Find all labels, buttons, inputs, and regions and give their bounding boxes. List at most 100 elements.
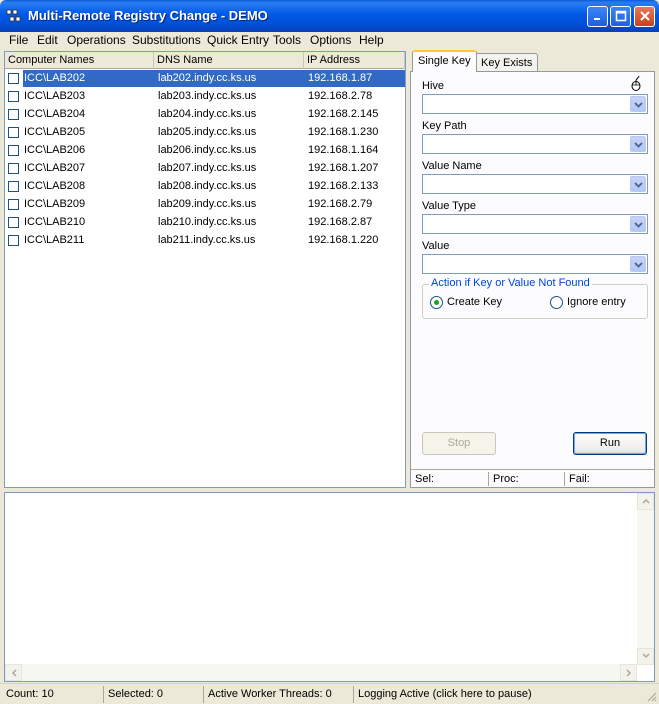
row-checkbox[interactable]	[8, 181, 19, 192]
vertical-scrollbar[interactable]	[637, 493, 654, 665]
status-selected: Selected: 0	[103, 686, 202, 703]
horizontal-scrollbar[interactable]	[5, 664, 637, 681]
cell-computer-name: ICC\LAB209	[24, 198, 86, 210]
right-panel: Single Key Key Exists Hive Key Path Valu…	[410, 50, 655, 488]
action-group: Action if Key or Value Not Found Create …	[422, 277, 648, 319]
table-row[interactable]: ICC\LAB204 lab204.indy.cc.ks.us 192.168.2.…	[5, 106, 405, 124]
value-type-dropdown-button[interactable]	[630, 216, 646, 232]
scroll-down-button[interactable]	[637, 648, 654, 665]
row-checkbox[interactable]	[8, 199, 19, 210]
key-path-dropdown-button[interactable]	[630, 136, 646, 152]
hive-combo[interactable]	[422, 94, 648, 114]
cell-computer-name: ICC\LAB205	[24, 126, 86, 138]
tab-key-exists[interactable]: Key Exists	[475, 53, 539, 73]
column-header-dns-name[interactable]: DNS Name	[154, 52, 304, 69]
maximize-button[interactable]	[610, 6, 631, 27]
cell-ip-address: 192.168.1.207	[308, 162, 379, 174]
radio-selected-dot	[434, 300, 439, 305]
ignore-entry-radio[interactable]	[550, 296, 563, 309]
scroll-left-button[interactable]	[5, 664, 22, 681]
log-output[interactable]	[4, 492, 655, 682]
row-checkbox[interactable]	[8, 109, 19, 120]
table-row[interactable]: ICC\LAB207 lab207.indy.cc.ks.us 192.168.1.…	[5, 160, 405, 178]
value-combo[interactable]	[422, 254, 648, 274]
menu-quick-entry[interactable]: Quick Entry	[207, 33, 269, 47]
sel-count: Sel:	[415, 473, 434, 485]
create-key-label[interactable]: Create Key	[447, 296, 502, 308]
status-logging[interactable]: Logging Active (click here to pause)	[353, 686, 643, 703]
value-name-combo[interactable]	[422, 174, 648, 194]
cell-computer-name: ICC\LAB208	[24, 180, 86, 192]
table-row[interactable]: ICC\LAB205 lab205.indy.cc.ks.us 192.168.1.…	[5, 124, 405, 142]
value-type-label: Value Type	[422, 200, 477, 212]
app-icon	[6, 9, 21, 22]
table-row[interactable]: ICC\LAB206 lab206.indy.cc.ks.us 192.168.1.…	[5, 142, 405, 160]
cell-computer-name: ICC\LAB206	[24, 144, 86, 156]
stop-button[interactable]: Stop	[422, 432, 496, 455]
chevron-down-icon	[633, 142, 643, 148]
tab-single-key[interactable]: Single Key	[412, 50, 477, 72]
run-button[interactable]: Run	[573, 432, 647, 455]
column-header-computer-names[interactable]: Computer Names	[5, 52, 154, 69]
chevron-right-icon	[625, 669, 631, 677]
cell-ip-address: 192.168.1.220	[308, 234, 379, 246]
cell-computer-name: ICC\LAB211	[24, 234, 85, 246]
action-group-title: Action if Key or Value Not Found	[429, 277, 592, 289]
ignore-entry-label[interactable]: Ignore entry	[567, 296, 626, 308]
table-row[interactable]: ICC\LAB209 lab209.indy.cc.ks.us 192.168.2.…	[5, 196, 405, 214]
chevron-down-icon	[633, 262, 643, 268]
maximize-icon	[615, 10, 626, 22]
menu-substitutions[interactable]: Substitutions	[132, 33, 201, 47]
create-key-radio[interactable]	[430, 296, 443, 309]
menu-file[interactable]: File	[9, 33, 28, 47]
value-label: Value	[422, 240, 450, 252]
cell-dns-name: lab204.indy.cc.ks.us	[158, 108, 257, 120]
menu-tools[interactable]: Tools	[273, 33, 301, 47]
scroll-right-button[interactable]	[620, 664, 637, 681]
table-row[interactable]: ICC\LAB203 lab203.indy.cc.ks.us 192.168.2.…	[5, 88, 405, 106]
value-name-dropdown-button[interactable]	[630, 176, 646, 192]
panel-status-bar: Sel: Proc: Fail:	[411, 469, 654, 487]
chevron-down-icon	[633, 182, 643, 188]
title-bar[interactable]: Multi-Remote Registry Change - DEMO	[0, 0, 659, 32]
scroll-up-button[interactable]	[637, 493, 654, 510]
cell-dns-name: lab210.indy.cc.ks.us	[158, 216, 257, 228]
row-checkbox[interactable]	[8, 91, 19, 102]
column-header-ip-address[interactable]: IP Address	[304, 52, 405, 69]
mouse-icon[interactable]	[629, 75, 643, 91]
status-bar: Count: 10 Selected: 0 Active Worker Thre…	[0, 683, 659, 704]
menu-options[interactable]: Options	[310, 33, 351, 47]
minimize-button[interactable]	[587, 6, 608, 27]
close-button[interactable]	[634, 6, 655, 27]
resize-grip-icon[interactable]	[645, 690, 657, 702]
table-row[interactable]: ICC\LAB211 lab211.indy.cc.ks.us 192.168.1.…	[5, 232, 405, 250]
computer-list[interactable]: Computer Names DNS Name IP Address ICC\L…	[4, 51, 406, 488]
cell-ip-address: 192.168.1.164	[308, 144, 379, 156]
row-checkbox[interactable]	[8, 235, 19, 246]
menu-edit[interactable]: Edit	[37, 33, 58, 47]
row-checkbox[interactable]	[8, 127, 19, 138]
single-key-panel: Hive Key Path Value Name Value Type Valu…	[410, 71, 655, 488]
hive-dropdown-button[interactable]	[630, 96, 646, 112]
table-row[interactable]: ICC\LAB208 lab208.indy.cc.ks.us 192.168.2.…	[5, 178, 405, 196]
cell-dns-name: lab202.indy.cc.ks.us	[158, 72, 257, 84]
cell-computer-name: ICC\LAB210	[24, 216, 86, 228]
key-path-combo[interactable]	[422, 134, 648, 154]
cell-ip-address: 192.168.2.78	[308, 90, 373, 102]
table-row[interactable]: ICC\LAB210 lab210.indy.cc.ks.us 192.168.2.…	[5, 214, 405, 232]
row-checkbox[interactable]	[8, 145, 19, 156]
table-row[interactable]: ICC\LAB202 lab202.indy.cc.ks.us 192.168.1.…	[5, 70, 405, 88]
chevron-down-icon	[633, 222, 643, 228]
value-type-combo[interactable]	[422, 214, 648, 234]
row-checkbox[interactable]	[8, 163, 19, 174]
row-checkbox[interactable]	[8, 217, 19, 228]
close-icon	[639, 11, 650, 21]
value-dropdown-button[interactable]	[630, 256, 646, 272]
row-checkbox[interactable]	[8, 73, 19, 84]
menu-help[interactable]: Help	[359, 33, 384, 47]
proc-count: Proc:	[493, 473, 519, 485]
menu-operations[interactable]: Operations	[67, 33, 126, 47]
cell-ip-address: 192.168.2.79	[308, 198, 373, 210]
menu-bar: File Edit Operations Substitutions Quick…	[0, 32, 659, 50]
chevron-up-icon	[641, 498, 650, 504]
